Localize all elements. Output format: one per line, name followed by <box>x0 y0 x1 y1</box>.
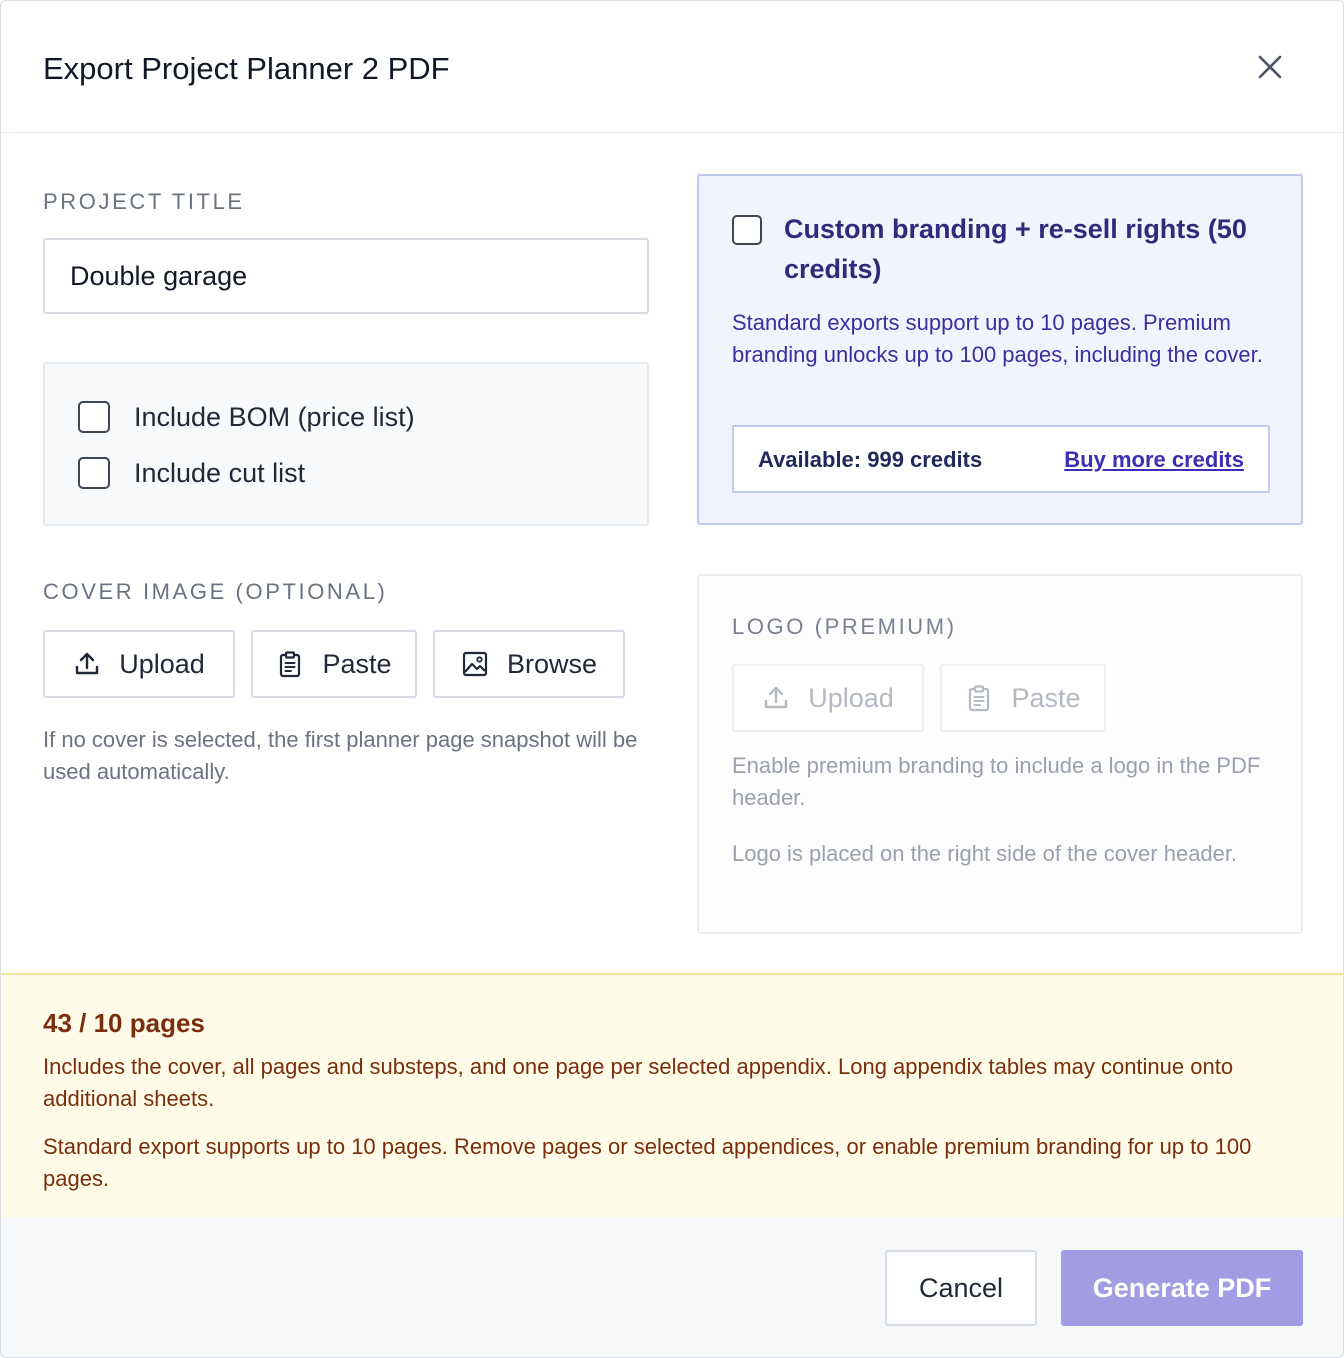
cover-helper-text: If no cover is selected, the first plann… <box>43 727 638 784</box>
include-cut-list-option[interactable]: Include cut list <box>78 455 305 491</box>
page-count-detail: Includes the cover, all pages and subste… <box>43 1054 1234 1111</box>
branding-card: Custom branding + re-sell rights (50 cre… <box>697 174 1303 525</box>
cover-upload-button[interactable]: Upload <box>43 630 235 698</box>
dialog-header: Export Project Planner 2 PDF <box>1 1 1343 133</box>
clipboard-icon <box>276 650 304 678</box>
page-count-warning: 43 / 10 pages Includes the cover, all pa… <box>1 973 1343 1217</box>
include-bom-checkbox[interactable] <box>78 401 110 433</box>
cover-browse-label: Browse <box>506 648 598 679</box>
project-title-input[interactable] <box>43 238 649 314</box>
branding-description: Standard exports support up to 10 pages.… <box>732 310 1263 367</box>
logo-upload-button[interactable]: Upload <box>732 664 924 732</box>
appendix-options: Include BOM (price list) Include cut lis… <box>43 362 649 526</box>
custom-branding-checkbox[interactable] <box>732 215 762 245</box>
generate-pdf-button[interactable]: Generate PDF <box>1061 1250 1303 1326</box>
page-limit-detail: Standard export supports up to 10 pages.… <box>43 1134 1252 1191</box>
dialog-footer: Cancel Generate PDF <box>1 1217 1343 1357</box>
credits-available: Available: 999 credits <box>758 447 983 472</box>
upload-icon <box>762 684 790 712</box>
cover-browse-button[interactable]: Browse <box>433 630 625 698</box>
logo-note-placement: Logo is placed on the right side of the … <box>732 841 1238 866</box>
include-bom-label: Include BOM (price list) <box>134 402 415 432</box>
clipboard-icon <box>965 684 993 712</box>
cover-image-label: COVER IMAGE (OPTIONAL) <box>43 579 388 604</box>
logo-paste-label: Paste <box>1011 682 1081 713</box>
page-count: 43 / 10 pages <box>43 1008 205 1038</box>
cover-upload-label: Upload <box>119 648 205 679</box>
image-icon <box>461 650 489 678</box>
buy-more-credits-link[interactable]: Buy more credits <box>1064 445 1244 475</box>
cover-paste-label: Paste <box>322 648 392 679</box>
include-cut-list-checkbox[interactable] <box>78 457 110 489</box>
project-title-label: PROJECT TITLE <box>43 189 245 214</box>
logo-paste-button[interactable]: Paste <box>940 664 1106 732</box>
cancel-button[interactable]: Cancel <box>885 1250 1037 1326</box>
export-pdf-dialog: Export Project Planner 2 PDF PROJECT TIT… <box>0 0 1344 1358</box>
logo-note-premium: Enable premium branding to include a log… <box>732 753 1261 810</box>
cover-paste-button[interactable]: Paste <box>251 630 417 698</box>
logo-label: LOGO (PREMIUM) <box>732 614 957 639</box>
close-icon <box>1257 54 1283 85</box>
close-button[interactable] <box>1247 47 1293 91</box>
include-bom-option[interactable]: Include BOM (price list) <box>78 399 415 435</box>
logo-upload-label: Upload <box>808 682 894 713</box>
include-cut-list-label: Include cut list <box>134 458 306 488</box>
upload-icon <box>73 650 101 678</box>
logo-card: LOGO (PREMIUM) Upload Paste Enable premi… <box>697 574 1303 934</box>
dialog-title: Export Project Planner 2 PDF <box>43 51 450 86</box>
custom-branding-label[interactable]: Custom branding + re-sell rights (50 cre… <box>784 209 1274 289</box>
credits-box: Available: 999 credits Buy more credits <box>732 425 1270 493</box>
